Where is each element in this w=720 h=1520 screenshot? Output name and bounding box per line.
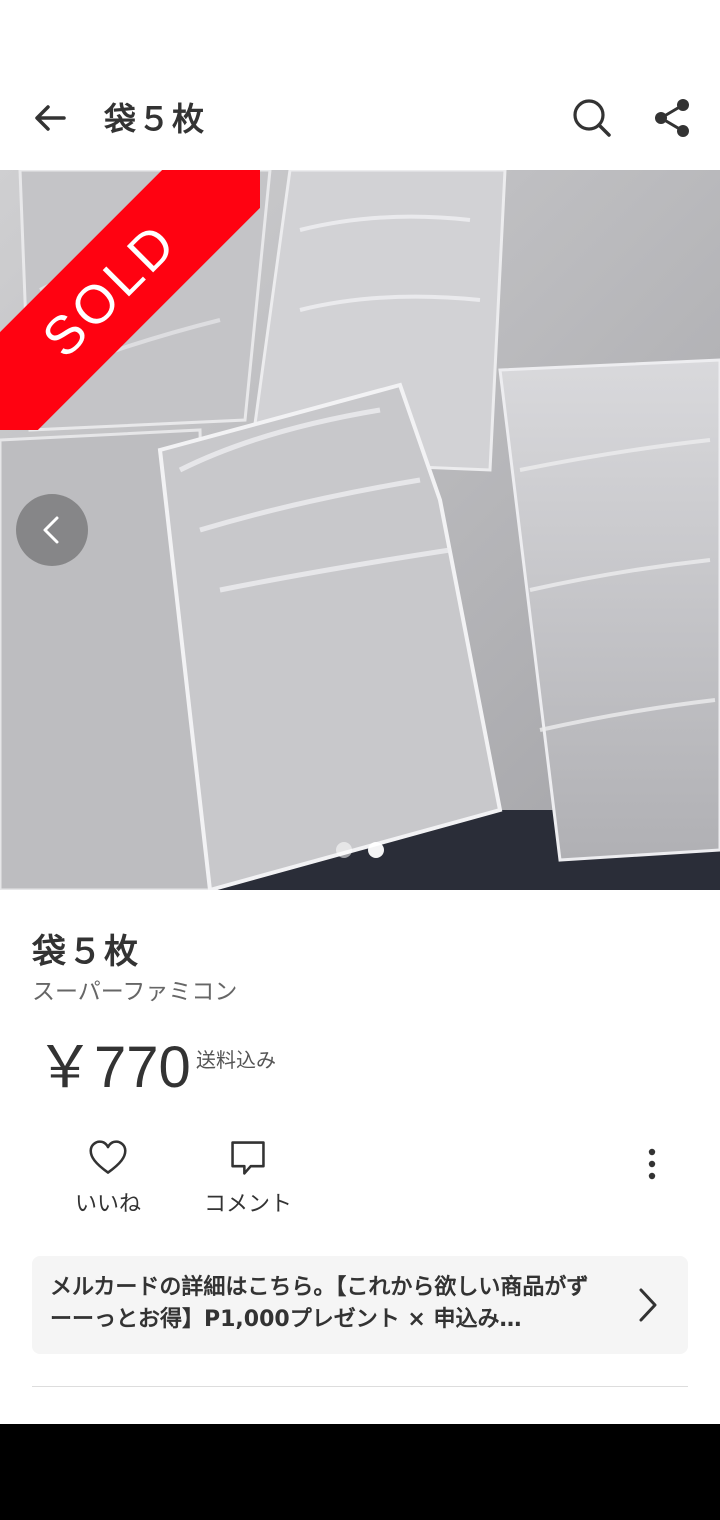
item-title: 袋５枚 bbox=[32, 932, 140, 972]
app-bar: 袋５枚 bbox=[0, 68, 720, 168]
like-button[interactable]: いいね bbox=[43, 1138, 173, 1218]
banner-chevron bbox=[628, 1285, 668, 1325]
shipping-info: 送料込み bbox=[196, 1048, 276, 1072]
banner-text: メルカードの詳細はこちら。【これから欲しい商品がずーーっとお得】P1,000プレ… bbox=[50, 1275, 589, 1332]
heart-icon bbox=[89, 1140, 127, 1174]
pagination-dot-active[interactable] bbox=[368, 842, 384, 858]
sold-band: SOLD bbox=[0, 170, 260, 430]
image-pagination bbox=[0, 842, 720, 858]
share-icon bbox=[655, 99, 689, 137]
share-button[interactable] bbox=[644, 90, 700, 146]
merucard-banner[interactable]: メルカードの詳細はこちら。【これから欲しい商品がずーーっとお得】P1,000プレ… bbox=[32, 1256, 688, 1354]
pagination-dot[interactable] bbox=[336, 842, 352, 858]
system-navigation-bar bbox=[0, 1424, 720, 1520]
arrow-left-icon bbox=[35, 105, 66, 131]
item-category[interactable]: スーパーファミコン bbox=[32, 972, 237, 1006]
search-icon bbox=[573, 99, 611, 137]
previous-image-button[interactable] bbox=[16, 494, 88, 566]
section-divider bbox=[32, 1386, 688, 1387]
page-title: 袋５枚 bbox=[104, 100, 207, 138]
status-bar bbox=[0, 0, 720, 68]
chevron-right-icon bbox=[639, 1288, 657, 1322]
sold-label: SOLD bbox=[31, 211, 189, 369]
sold-ribbon: SOLD bbox=[0, 170, 260, 430]
back-button[interactable] bbox=[22, 90, 78, 146]
search-button[interactable] bbox=[564, 90, 620, 146]
more-options-button[interactable] bbox=[628, 1140, 676, 1188]
item-price: ￥770 bbox=[36, 1035, 191, 1100]
comment-button[interactable]: コメント bbox=[183, 1138, 313, 1218]
more-vertical-icon bbox=[648, 1148, 656, 1180]
comment-icon bbox=[231, 1141, 265, 1175]
comment-label: コメント bbox=[203, 1192, 292, 1217]
chevron-left-icon bbox=[43, 516, 59, 544]
like-label: いいね bbox=[74, 1192, 141, 1217]
product-image[interactable]: SOLD bbox=[0, 170, 720, 890]
